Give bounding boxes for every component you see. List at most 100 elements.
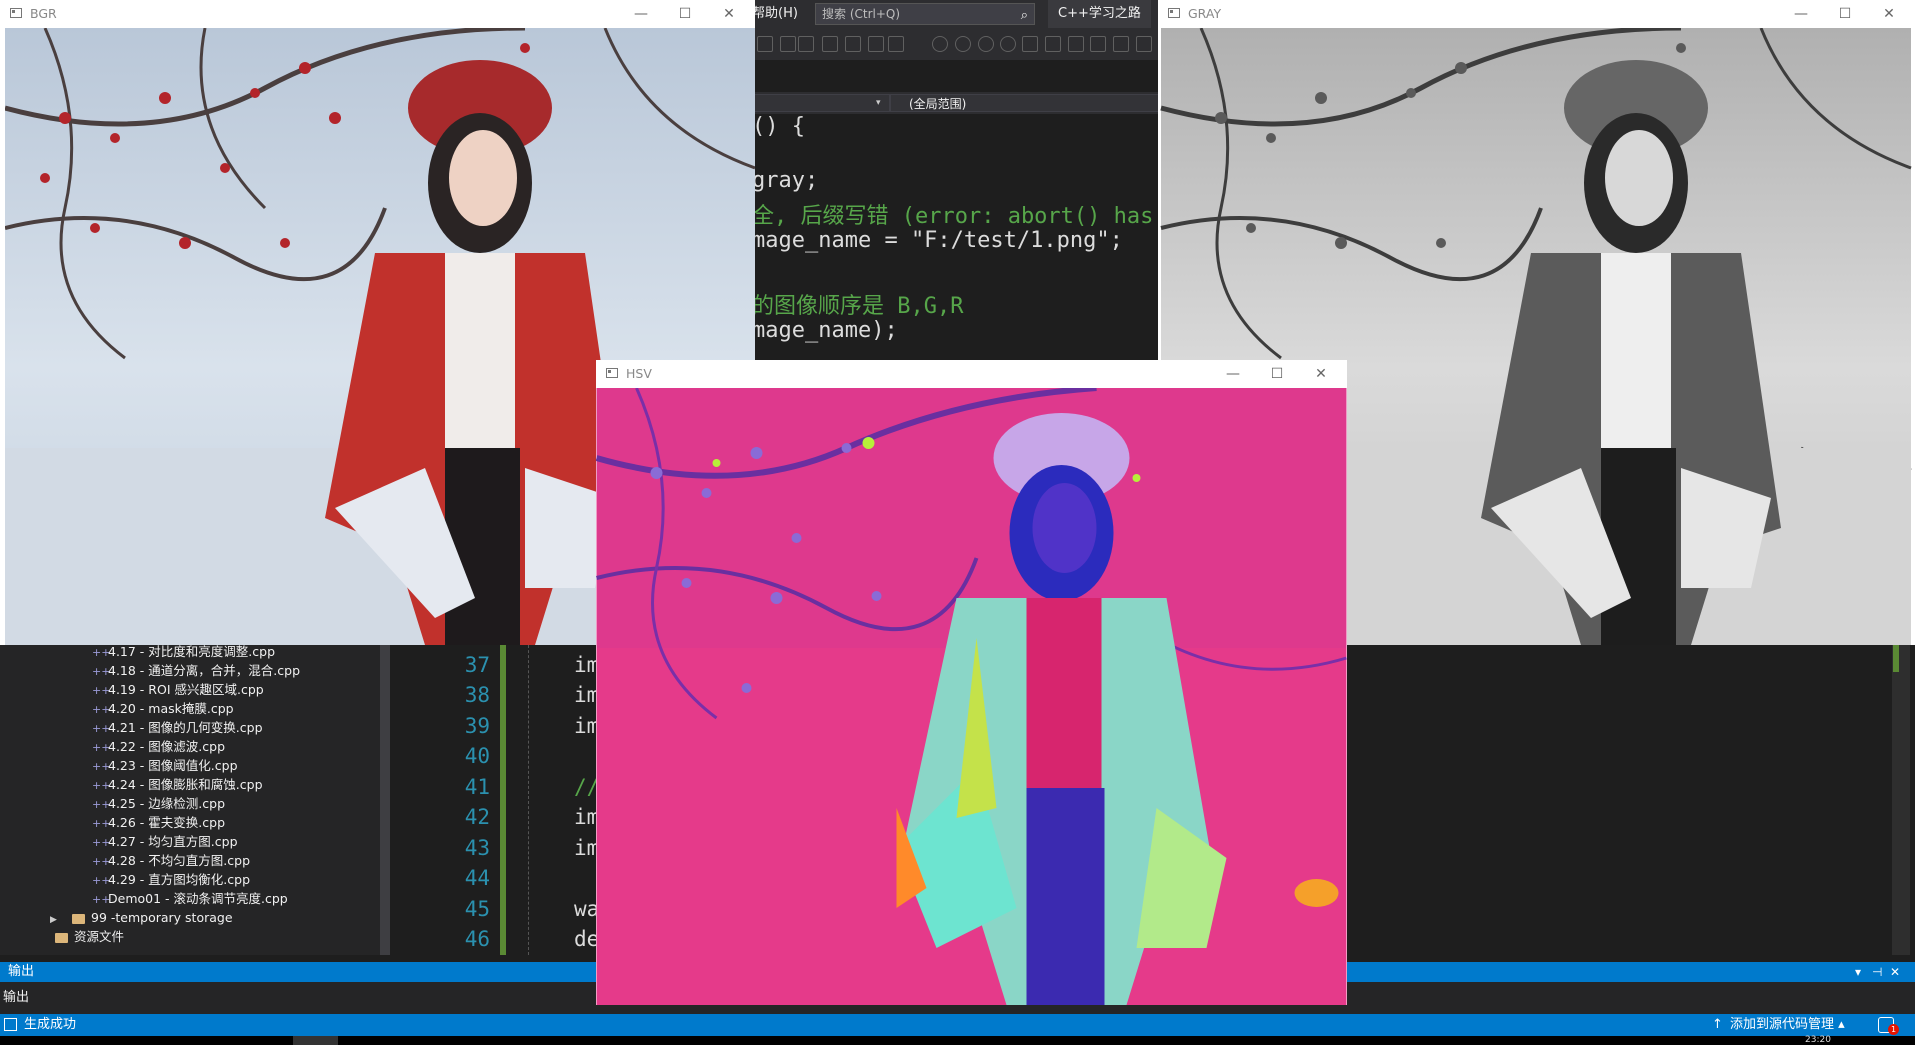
search-icon: ⌕ (1020, 8, 1028, 23)
explorer-file-item[interactable]: ++4.27 - 均匀直方图.cpp (92, 832, 238, 851)
close-button[interactable]: ✕ (707, 0, 751, 28)
close-button[interactable]: ✕ (1867, 0, 1911, 28)
explorer-file-item[interactable]: ++4.26 - 霍夫变换.cpp (92, 813, 225, 832)
explorer-file-item[interactable]: ++Demo01 - 滚动条调节亮度.cpp (92, 889, 288, 908)
toolbar-icon[interactable] (798, 36, 814, 52)
editor-scrollbar[interactable] (1892, 640, 1910, 955)
toolbar-icon[interactable] (868, 36, 884, 52)
output-panel-title: 输出 (8, 964, 35, 979)
toolbar-icon[interactable] (888, 36, 904, 52)
line-number: 46 (464, 927, 490, 951)
cpp-file-icon: ++ (92, 684, 111, 697)
build-status-icon (4, 1018, 17, 1031)
app-icon (10, 8, 22, 18)
line-number-gutter: 36 37 38 39 40 41 42 43 44 45 46 (410, 640, 490, 955)
project-dropdown[interactable] (750, 94, 890, 112)
code-line: 全, 后缀写错 (error: abort() has b (752, 204, 1160, 229)
toolbar-icon[interactable] (845, 36, 861, 52)
toolbar-icon[interactable] (1022, 36, 1038, 52)
line-number: 44 (464, 866, 490, 890)
line-number: 41 (464, 775, 490, 799)
toolbar-icon[interactable] (822, 36, 838, 52)
window-title: HSV (626, 366, 652, 381)
close-icon[interactable]: ✕ (1890, 962, 1900, 982)
maximize-button[interactable]: ☐ (663, 0, 707, 28)
minimize-button[interactable]: — (1779, 0, 1823, 28)
cpp-file-icon: ++ (92, 741, 111, 754)
build-status: 生成成功 (24, 1017, 77, 1032)
output-label: 输出 (3, 990, 30, 1005)
hsv-window[interactable]: HSV — ☐ ✕ (596, 360, 1347, 1005)
toolbar-icon[interactable] (780, 36, 796, 52)
toolbar-icon[interactable] (955, 36, 971, 52)
toolbar-icon[interactable] (978, 36, 994, 52)
taskbar-clock: 23:20 (1805, 1035, 1831, 1045)
folder-icon (55, 932, 68, 943)
arrow-up-icon: ↑ (1712, 1017, 1723, 1032)
pin-icon[interactable]: ⊣ (1872, 962, 1882, 982)
line-number: 40 (464, 744, 490, 768)
toolbar-icon[interactable] (932, 36, 948, 52)
explorer-folder-item[interactable]: ▶ 99 -temporary storage (50, 908, 233, 927)
cpp-file-icon: ++ (92, 893, 111, 906)
help-menu[interactable]: 帮助(H) (752, 0, 798, 28)
toolbar-icon[interactable] (1090, 36, 1106, 52)
hsv-image (596, 388, 1347, 1005)
toolbar-icon[interactable] (1045, 36, 1061, 52)
code-line: mage_name = "F:/test/1.png"; (752, 228, 1123, 253)
explorer-scrollbar[interactable] (380, 640, 390, 955)
toolbar-icon[interactable] (1068, 36, 1084, 52)
code-line: 的图像顺序是 B,G,R (752, 294, 964, 319)
cpp-file-icon: ++ (92, 817, 111, 830)
minimize-button[interactable]: — (1211, 360, 1255, 388)
search-input[interactable]: 搜索 (Ctrl+Q) ⌕ (815, 3, 1035, 25)
line-number: 42 (464, 805, 490, 829)
toolbar-icon[interactable] (1113, 36, 1129, 52)
explorer-file-item[interactable]: ++4.29 - 直方图均衡化.cpp (92, 870, 250, 889)
cpp-file-icon: ++ (92, 874, 111, 887)
folder-icon (72, 913, 85, 924)
explorer-file-item[interactable]: ++4.20 - mask掩膜.cpp (92, 699, 234, 718)
chevron-down-icon[interactable]: ▾ (876, 94, 881, 112)
explorer-file-item[interactable]: ++4.18 - 通道分离，合并，混合.cpp (92, 661, 300, 680)
minimize-button[interactable]: — (619, 0, 663, 28)
toolbar-icon[interactable] (1136, 36, 1152, 52)
toolbar-icon[interactable] (757, 36, 773, 52)
maximize-button[interactable]: ☐ (1823, 0, 1867, 28)
window-title-bar[interactable]: HSV — ☐ ✕ (596, 360, 1347, 388)
explorer-file-item[interactable]: ++4.19 - ROI 感兴趣区域.cpp (92, 680, 264, 699)
maximize-button[interactable]: ☐ (1255, 360, 1299, 388)
solution-explorer: ++4.17 - 对比度和亮度调整.cpp ++4.18 - 通道分离，合并，混… (0, 640, 380, 955)
explorer-file-item[interactable]: ++4.28 - 不均匀直方图.cpp (92, 851, 250, 870)
solution-name: C++学习之路 (1048, 0, 1151, 28)
scope-dropdown[interactable]: (全局范围) (890, 94, 1160, 112)
panel-dropdown-icon[interactable]: ▾ (1855, 962, 1861, 982)
code-line: mage_name); (752, 318, 898, 343)
change-indicator (500, 640, 506, 955)
cpp-file-icon: ++ (92, 836, 111, 849)
explorer-folder-item[interactable]: 资源文件 (55, 927, 124, 946)
explorer-file-item[interactable]: ++4.25 - 边缘检测.cpp (92, 794, 225, 813)
cpp-file-icon: ++ (92, 855, 111, 868)
window-title: GRAY (1188, 6, 1222, 21)
line-number: 37 (464, 653, 490, 677)
add-to-source-control[interactable]: 添加到源代码管理 ▴ (1730, 1014, 1845, 1036)
explorer-file-item[interactable]: ++4.22 - 图像滤波.cpp (92, 737, 225, 756)
close-button[interactable]: ✕ (1299, 360, 1343, 388)
explorer-file-item[interactable]: ++4.23 - 图像阈值化.cpp (92, 756, 238, 775)
explorer-file-item[interactable]: ++4.21 - 图像的几何变换.cpp (92, 718, 263, 737)
line-number: 38 (464, 683, 490, 707)
window-title-bar[interactable]: GRAY — ☐ ✕ (1158, 0, 1915, 28)
indent-guide (528, 640, 529, 955)
code-editor-top[interactable]: () { gray; 全, 后缀写错 (error: abort() has b… (752, 114, 1160, 360)
window-title-bar[interactable]: BGR — ☐ ✕ (0, 0, 755, 28)
taskbar (0, 1036, 1915, 1045)
notification-badge: 1 (1888, 1024, 1899, 1035)
toolbar-icon[interactable] (1000, 36, 1016, 52)
taskbar-button[interactable] (293, 1036, 338, 1045)
cpp-file-icon: ++ (92, 665, 111, 678)
cpp-file-icon: ++ (92, 798, 111, 811)
explorer-file-item[interactable]: ++4.24 - 图像膨胀和腐蚀.cpp (92, 775, 263, 794)
window-title: BGR (30, 6, 57, 21)
cpp-file-icon: ++ (92, 722, 111, 735)
